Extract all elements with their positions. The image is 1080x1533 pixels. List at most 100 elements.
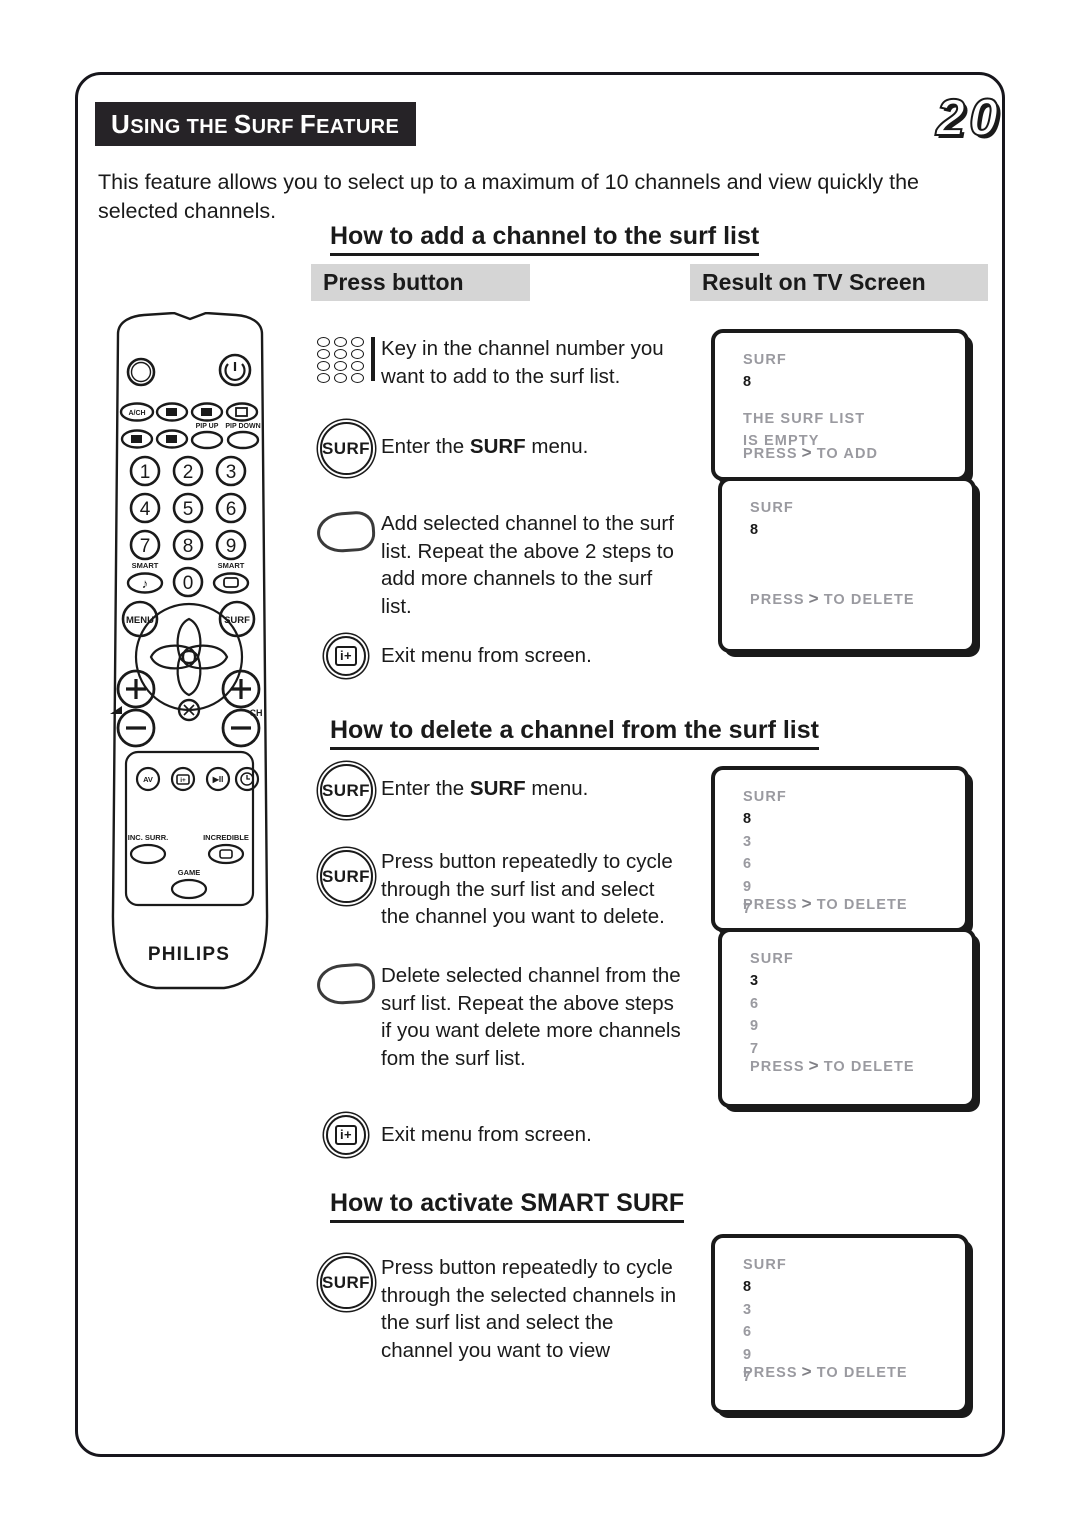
tv-footer-chevron: > — [801, 443, 813, 462]
column-header-result-on-tv: Result on TV Screen — [690, 264, 988, 301]
info-plus-label: i+ — [334, 646, 357, 666]
surf-button-label: SURF — [322, 438, 370, 458]
svg-text:PIP DOWN: PIP DOWN — [225, 423, 260, 430]
tv-list-item: 3 — [743, 833, 753, 850]
step-text: Exit menu from screen. — [381, 644, 592, 667]
surf-button-icon[interactable]: SURF — [319, 1256, 373, 1309]
svg-text:5: 5 — [183, 499, 194, 520]
surf-button-label: SURF — [322, 780, 370, 800]
tv-footer-chevron: > — [801, 894, 813, 913]
surf-button-icon[interactable]: SURF — [319, 850, 373, 903]
step-enter-surf-menu-delete: SURF Enter the SURF menu. — [311, 762, 681, 817]
page-title: USING THE SURF FEATURE — [111, 109, 400, 139]
right-arrow-teardrop-icon[interactable] — [315, 962, 377, 1006]
right-arrow-teardrop-icon[interactable] — [315, 510, 377, 554]
step-text: Press button repeatedly to cycle through… — [381, 1256, 677, 1362]
tv-footer-pre: PRESS — [743, 446, 798, 462]
svg-text:2: 2 — [183, 462, 194, 483]
info-plus-label: i+ — [334, 1125, 357, 1145]
number-keypad-icon[interactable] — [311, 335, 381, 383]
svg-text:AV: AV — [143, 775, 153, 784]
tv-current-channel: 8 — [750, 522, 760, 539]
tv-current-channel: 8 — [743, 811, 753, 828]
step-text: Exit menu from screen. — [381, 1123, 592, 1146]
step-text-pre: Enter the — [381, 777, 470, 800]
heading-activate-smart-surf: How to activate SMART SURF — [330, 1189, 685, 1223]
svg-text:GAME: GAME — [178, 868, 201, 877]
tv-title: SURF — [743, 1257, 787, 1273]
intro-paragraph: This feature allows you to select up to … — [98, 170, 919, 224]
tv-footer-pre: PRESS — [743, 1365, 798, 1381]
svg-text:SMART: SMART — [218, 561, 245, 570]
step-cycle-surf-list-delete: SURF Press button repeatedly to cycle th… — [311, 848, 681, 931]
svg-text:7: 7 — [140, 536, 151, 557]
tv-screen-surf-added: SURF 8 PRESS > TO DELETE — [718, 477, 976, 653]
step-text-post: menu. — [525, 777, 589, 800]
tv-footer: PRESS > TO DELETE — [750, 589, 915, 609]
svg-text:0: 0 — [183, 573, 194, 594]
column-header-press-button: Press button — [311, 264, 530, 301]
tv-footer-pre: PRESS — [750, 592, 805, 608]
step-text: Press button repeatedly to cycle through… — [381, 850, 673, 929]
surf-button-icon[interactable]: SURF — [319, 422, 373, 475]
tv-list-item: 6 — [743, 1324, 753, 1341]
step-text-pre: Enter the — [381, 435, 470, 458]
tv-footer-post: TO ADD — [816, 446, 879, 462]
svg-text:1: 1 — [140, 462, 151, 483]
step-key-in-channel: Key in the channel number you want to ad… — [311, 335, 681, 390]
tv-footer: PRESS > TO DELETE — [750, 1056, 915, 1076]
tv-list-item: 3 — [743, 1301, 753, 1318]
svg-text:PIP UP: PIP UP — [196, 423, 219, 430]
info-plus-button-icon[interactable]: i+ — [326, 636, 366, 676]
surf-button-icon[interactable]: SURF — [319, 764, 373, 817]
step-text: Add selected channel to the surf list. R… — [381, 512, 674, 618]
svg-text:INCREDIBLE: INCREDIBLE — [203, 833, 249, 842]
svg-text:6: 6 — [226, 499, 237, 520]
step-text: Enter the SURF menu. — [381, 762, 681, 803]
svg-text:SMART: SMART — [132, 561, 159, 570]
tv-title: SURF — [743, 789, 787, 805]
step-text-bold: SURF — [469, 435, 526, 458]
page-number: 20 — [935, 88, 1002, 148]
heading-delete-channel: How to delete a channel from the surf li… — [330, 716, 819, 750]
step-enter-surf-menu-add: SURF Enter the SURF menu. — [311, 420, 681, 475]
svg-text:9: 9 — [226, 536, 237, 557]
step-text-bold: SURF — [469, 777, 526, 800]
info-plus-button-icon[interactable]: i+ — [326, 1115, 366, 1155]
svg-text:INC. SURR.: INC. SURR. — [128, 833, 168, 842]
surf-button-label: SURF — [322, 1272, 370, 1292]
tv-screen-surf-empty: SURF 8 THE SURF LIST IS EMPTY PRESS > TO A… — [711, 329, 969, 481]
surf-button-label: SURF — [322, 866, 370, 886]
step-cycle-smart-surf: SURF Press button repeatedly to cycle th… — [311, 1254, 681, 1364]
svg-text:3: 3 — [226, 462, 237, 483]
step-delete-selected-channel: Delete selected channel from the surf li… — [311, 962, 686, 1072]
remote-control-illustration: A/CH PIP UP PIP DOWN 1 2 3 4 5 6 7 8 9 0… — [104, 312, 276, 1002]
tv-footer-post: TO DELETE — [823, 592, 915, 608]
tv-footer-pre: PRESS — [743, 897, 798, 913]
page-title-bar: USING THE SURF FEATURE — [95, 102, 417, 146]
tv-screen-smart-surf: SURF 8 3 6 9 7 PRESS > TO DELETE — [711, 1234, 969, 1414]
step-text: Key in the channel number you want to ad… — [381, 337, 664, 388]
tv-message-line: THE SURF LIST — [743, 410, 866, 427]
step-text: Delete selected channel from the surf li… — [381, 964, 681, 1070]
keypad-divider-bar — [371, 337, 375, 381]
svg-text:♪: ♪ — [142, 576, 149, 591]
tv-title: SURF — [750, 500, 794, 516]
tv-list-item: 9 — [750, 1018, 760, 1035]
svg-text:4: 4 — [140, 499, 151, 520]
tv-footer-post: TO DELETE — [816, 897, 908, 913]
tv-list-item: 6 — [743, 856, 753, 873]
step-text: Enter the SURF menu. — [381, 420, 681, 461]
heading-add-channel: How to add a channel to the surf list — [330, 222, 760, 256]
step-exit-menu-delete: i+ Exit menu from screen. — [311, 1113, 681, 1155]
tv-screen-surf-list-after-delete: SURF 3 6 9 7 PRESS > TO DELETE — [718, 928, 976, 1108]
tv-footer-chevron: > — [808, 589, 820, 608]
svg-text:i+: i+ — [180, 777, 186, 784]
remote-brand-label: PHILIPS — [148, 944, 230, 965]
tv-footer-post: TO DELETE — [816, 1365, 908, 1381]
step-text-post: menu. — [525, 435, 589, 458]
step-add-selected-channel: Add selected channel to the surf list. R… — [311, 510, 681, 620]
tv-screen-surf-list: SURF 8 3 6 9 7 PRESS > TO DELETE — [711, 766, 969, 932]
svg-text:▶II: ▶II — [212, 775, 224, 784]
tv-footer: PRESS > TO DELETE — [743, 1362, 908, 1382]
